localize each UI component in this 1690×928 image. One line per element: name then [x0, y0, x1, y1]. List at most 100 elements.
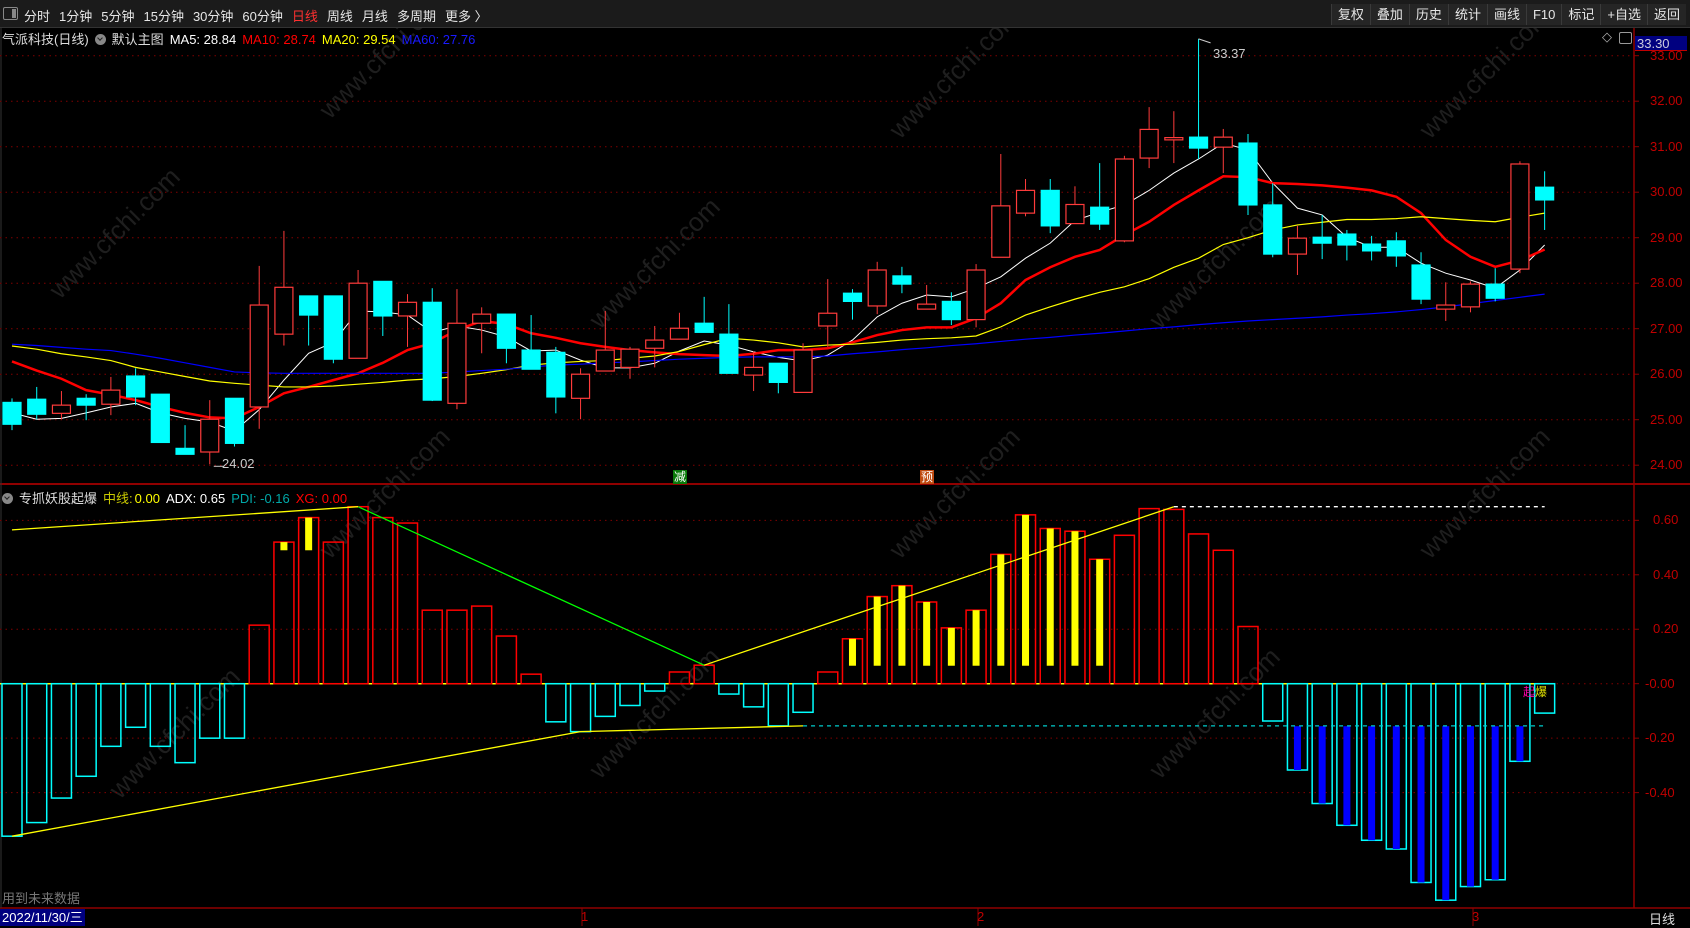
histogram-bar: [520, 673, 542, 685]
candle-body: [397, 301, 418, 317]
candle-body: [1164, 137, 1184, 141]
candle: [570, 368, 591, 420]
candle: [51, 391, 72, 420]
tab-period[interactable]: 多周期: [397, 9, 436, 24]
indicator-name[interactable]: 专抓妖股起爆: [19, 491, 97, 506]
adjust-button[interactable]: 复权: [1330, 4, 1370, 25]
mark-button[interactable]: 标记: [1561, 4, 1601, 25]
candle: [941, 292, 961, 326]
candle-body: [51, 404, 72, 414]
candle-body: [917, 303, 937, 310]
candle: [1485, 268, 1505, 302]
candle: [397, 294, 418, 347]
date-label: 2022/11/30/三: [0, 909, 85, 926]
price-label: 30.00: [1650, 184, 1683, 200]
candle: [669, 312, 690, 340]
tab-period-active[interactable]: 日线: [292, 9, 318, 24]
histogram-bar: [1, 682, 23, 837]
tab-period[interactable]: 月线: [362, 9, 388, 24]
tab-period[interactable]: 5分钟: [101, 9, 134, 24]
blue-signal-bar: [1318, 726, 1326, 804]
candle: [1436, 282, 1456, 321]
candle-body: [645, 339, 665, 349]
dropdown-circle-icon[interactable]: [2, 493, 13, 504]
histogram-bar: [1261, 682, 1284, 722]
candle-body: [570, 373, 591, 399]
high-marker-line: [1198, 38, 1211, 44]
stats-button[interactable]: 统计: [1447, 4, 1487, 25]
warn-signal: 预: [920, 470, 934, 484]
blue-signal-bar: [1293, 726, 1301, 771]
histogram-bar: [1113, 534, 1136, 685]
watermark: www.cfchi.com: [42, 161, 185, 304]
candle: [867, 261, 887, 315]
candle: [200, 400, 220, 465]
back-button[interactable]: 返回: [1646, 4, 1686, 25]
ma5-value: MA5: 28.84: [169, 32, 237, 47]
indicator-label: -0.00: [1645, 675, 1675, 691]
blue-signal-bar: [1442, 726, 1450, 901]
panel-icon[interactable]: [1619, 32, 1632, 44]
diamond-icon[interactable]: ◇: [1602, 29, 1612, 45]
more-menu[interactable]: 更多 〉: [445, 9, 488, 24]
blue-signal-bar: [1392, 726, 1400, 849]
histogram-bar: [619, 682, 641, 707]
candle: [818, 279, 838, 347]
yellow-signal-bar: [997, 554, 1005, 666]
draw-button[interactable]: 画线: [1486, 4, 1526, 25]
tab-period[interactable]: 15分钟: [143, 9, 183, 24]
candle-body: [27, 398, 47, 415]
candle-body: [299, 295, 319, 316]
dropdown-circle-icon[interactable]: [94, 34, 106, 45]
xg-value: XG: 0.00: [295, 491, 348, 506]
tab-period[interactable]: 分时: [24, 9, 50, 24]
candle: [496, 313, 516, 364]
candle-body: [1312, 236, 1332, 244]
period-tabs: 分时 1分钟 5分钟 15分钟 30分钟 60分钟 日线 周线 月线 多周期 更多 〉: [24, 6, 497, 25]
candle-body: [1065, 203, 1085, 225]
panel-toggle-icon[interactable]: [3, 7, 18, 20]
histogram-bar: [817, 671, 839, 685]
histogram-bar: [594, 682, 617, 718]
candle-body: [1485, 283, 1505, 299]
candle-body: [150, 393, 170, 444]
period-label[interactable]: 日线: [1649, 909, 1675, 928]
overlay-button[interactable]: 叠加: [1369, 4, 1409, 25]
candle-body: [1460, 283, 1481, 308]
candle: [101, 376, 121, 416]
histogram-bar: [545, 682, 567, 723]
candle-body: [101, 389, 121, 405]
tab-period[interactable]: 30分钟: [193, 9, 233, 24]
tab-period[interactable]: 60分钟: [242, 9, 282, 24]
watermark: www.cfchi.com: [582, 641, 725, 784]
histogram-bar: [446, 609, 468, 685]
candle: [323, 295, 343, 364]
tab-period[interactable]: 1分钟: [59, 9, 92, 24]
histogram-bar: [718, 682, 740, 695]
reduce-signal: 减: [673, 470, 687, 484]
histogram-bar: [1163, 508, 1185, 685]
candle: [1238, 133, 1258, 215]
price-label: 26.00: [1650, 366, 1683, 382]
candle-body: [892, 275, 912, 285]
indicator-label: -0.40: [1645, 784, 1675, 800]
candle: [274, 230, 294, 346]
history-button[interactable]: 历史: [1408, 4, 1448, 25]
candle: [1460, 281, 1481, 313]
candle-body: [422, 301, 442, 401]
candle: [620, 346, 640, 379]
candle-body: [842, 292, 863, 302]
price-label: 28.00: [1650, 275, 1683, 291]
yellow-signal-bar: [1071, 531, 1079, 666]
add-watchlist-button[interactable]: +自选: [1600, 4, 1647, 25]
candle: [76, 394, 96, 421]
candle-body: [719, 333, 739, 374]
candle: [299, 295, 319, 346]
template-name[interactable]: 默认主图: [112, 32, 164, 47]
histogram-bar: [767, 682, 790, 727]
candle-body: [818, 312, 838, 327]
f10-button[interactable]: F10: [1525, 4, 1562, 25]
candle-body: [768, 362, 788, 383]
tab-period[interactable]: 周线: [327, 9, 353, 24]
candle-body: [966, 269, 986, 321]
